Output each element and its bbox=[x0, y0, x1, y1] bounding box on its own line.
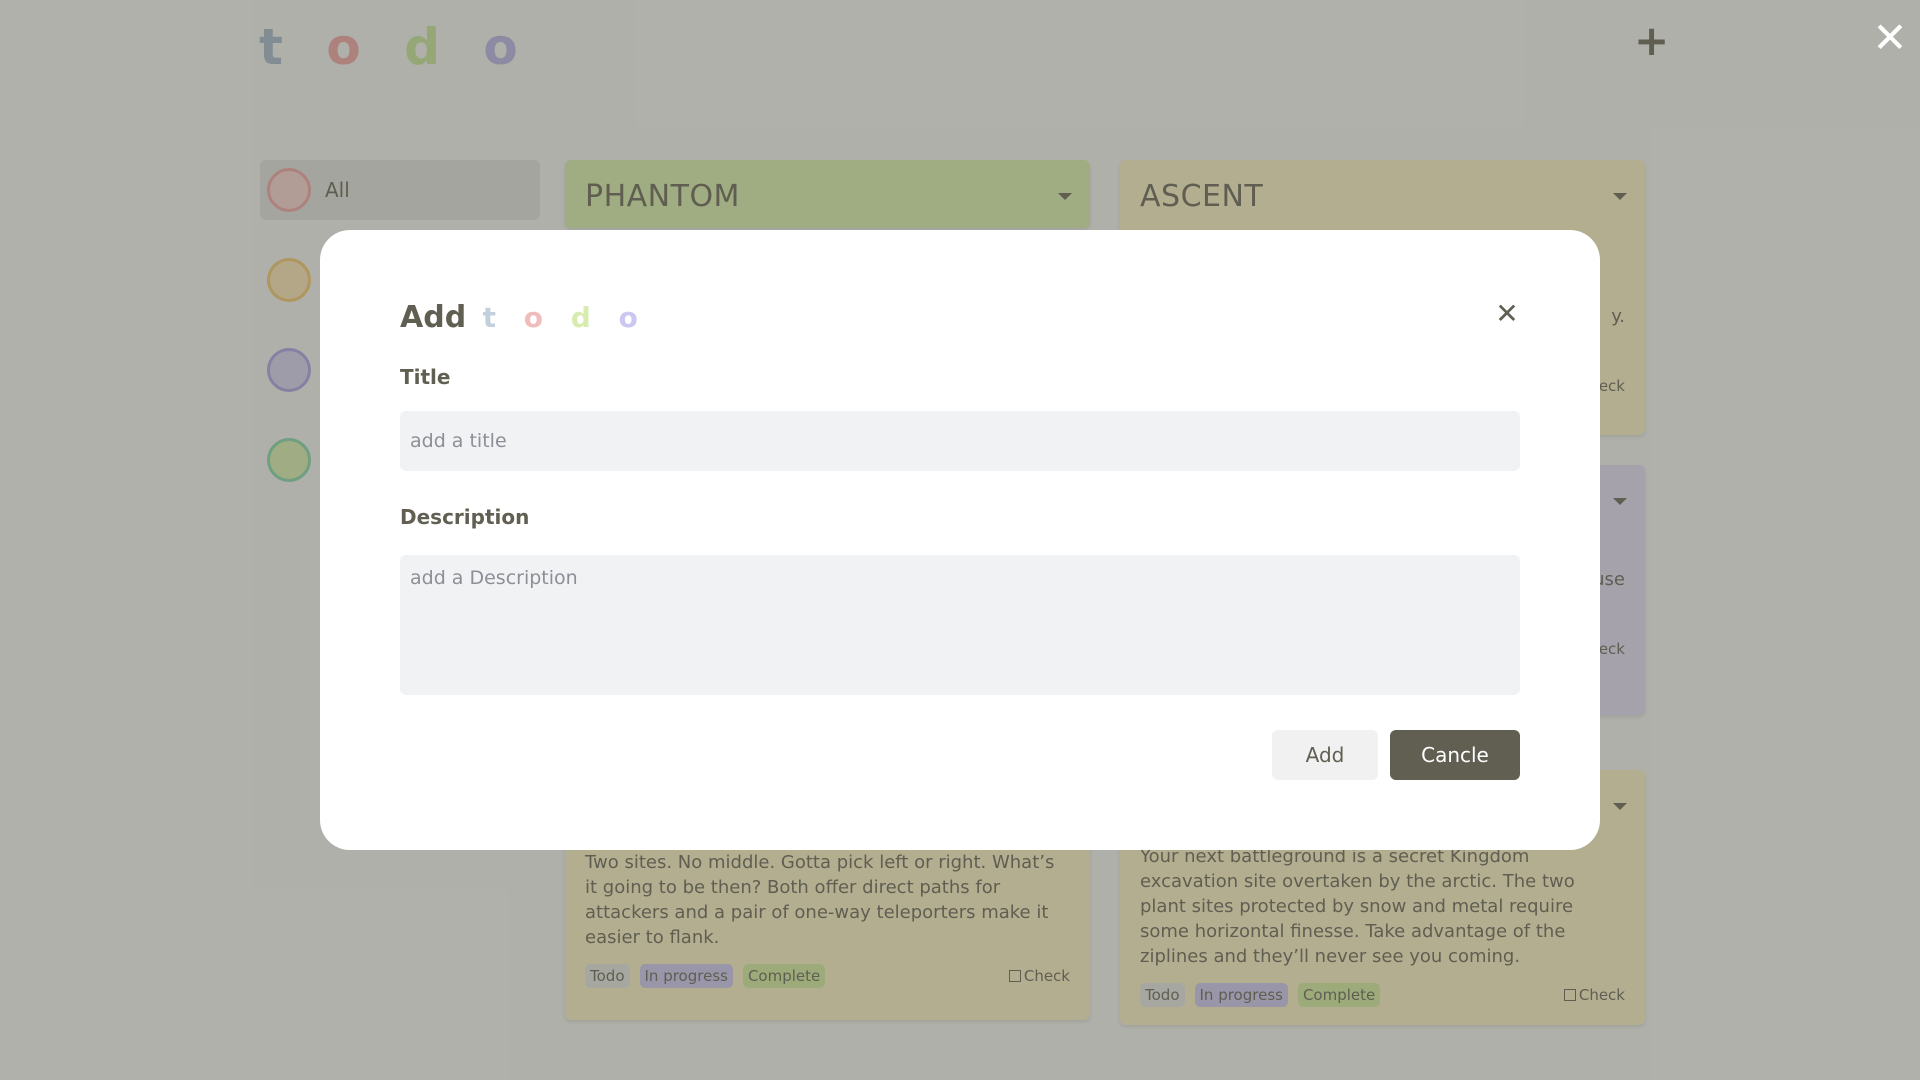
title-label: Title bbox=[400, 365, 451, 389]
close-icon[interactable]: ✕ bbox=[1872, 17, 1908, 59]
cancel-button[interactable]: Cancle bbox=[1390, 730, 1520, 780]
title-input[interactable] bbox=[400, 411, 1520, 471]
close-icon[interactable]: ✕ bbox=[1494, 300, 1520, 328]
modal-title-logo: t o d o bbox=[483, 301, 647, 334]
logo-letter: o bbox=[618, 301, 647, 334]
description-label: Description bbox=[400, 505, 530, 529]
modal-actions: Add Cancle bbox=[1272, 730, 1520, 780]
logo-letter: d bbox=[570, 301, 600, 334]
logo-letter: t bbox=[482, 301, 506, 334]
add-button[interactable]: Add bbox=[1272, 730, 1378, 780]
description-input[interactable] bbox=[400, 555, 1520, 695]
modal-title: Add t o d o bbox=[400, 300, 1520, 335]
modal-title-prefix: Add bbox=[400, 300, 467, 335]
logo-letter: o bbox=[523, 301, 553, 334]
add-todo-modal: Add t o d o ✕ Title Description Add Canc… bbox=[320, 230, 1600, 850]
